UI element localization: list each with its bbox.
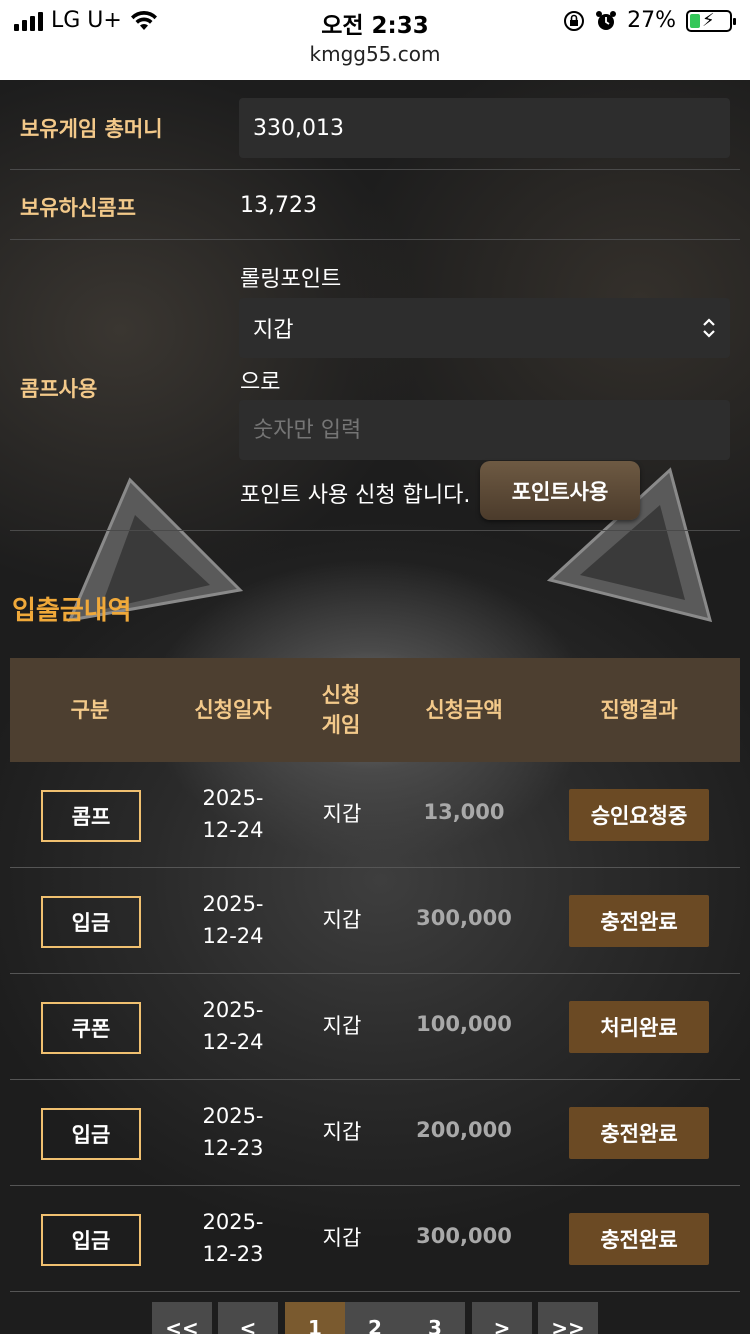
wallet-select-value: 지갑	[253, 318, 294, 343]
battery-icon: ⚡	[686, 9, 736, 32]
page-button-1[interactable]: 1	[285, 1302, 345, 1334]
table-row: 콤프 2025- 12-24 지갑 13,000 승인요청중	[10, 762, 740, 868]
status-bar: LG U+ 오전 2:33 kmgg55.com 27% ⚡	[0, 0, 750, 80]
total-money-field: 330,013	[239, 98, 730, 158]
page-button-2[interactable]: 2	[345, 1302, 405, 1334]
divider	[10, 239, 740, 240]
prev-page-button[interactable]: <	[218, 1302, 278, 1334]
table-row: 입금 2025- 12-24 지갑 300,000 충전완료	[10, 868, 740, 974]
column-header-date: 신청일자	[194, 698, 272, 722]
status-right: 27% ⚡	[563, 8, 736, 33]
to-label: 으로	[240, 370, 281, 395]
status-button[interactable]: 충전완료	[569, 1213, 709, 1265]
type-badge: 입금	[41, 1108, 141, 1160]
request-date: 2025- 12-23	[202, 1104, 264, 1160]
table-header: 구분 신청일자 신청 게임 신청금액 진행결과	[10, 658, 740, 762]
request-game: 지갑	[322, 802, 362, 826]
request-date: 2025- 12-24	[202, 892, 264, 948]
total-money-label: 보유게임 총머니	[20, 117, 163, 141]
request-amount: 100,000	[416, 1012, 512, 1036]
last-page-button[interactable]: >>	[538, 1302, 598, 1334]
request-amount: 200,000	[416, 1118, 512, 1142]
next-page-button[interactable]: >	[472, 1302, 532, 1334]
table-row: 입금 2025- 12-23 지갑 300,000 충전완료	[10, 1186, 740, 1292]
request-amount: 300,000	[416, 1224, 512, 1248]
request-game: 지갑	[322, 908, 362, 932]
type-badge: 쿠폰	[41, 1002, 141, 1054]
divider	[10, 1291, 740, 1292]
status-button[interactable]: 승인요청중	[569, 789, 709, 841]
select-arrows-icon	[703, 318, 715, 338]
type-badge: 입금	[41, 1214, 141, 1266]
status-button[interactable]: 처리완료	[569, 1001, 709, 1053]
first-page-button[interactable]: <<	[152, 1302, 212, 1334]
comp-use-label: 콤프사용	[20, 377, 98, 401]
request-amount: 300,000	[416, 906, 512, 930]
request-date: 2025- 12-24	[202, 998, 264, 1054]
type-badge: 콤프	[41, 790, 141, 842]
rolling-point-label: 롤링포인트	[240, 267, 342, 292]
alarm-icon	[596, 10, 617, 30]
column-header-type: 구분	[70, 698, 110, 722]
column-header-status: 진행결과	[600, 698, 678, 722]
comp-value: 13,723	[240, 193, 317, 218]
use-point-button[interactable]: 포인트사용	[480, 461, 640, 520]
wallet-select[interactable]: 지갑	[239, 298, 730, 358]
request-text: 포인트 사용 신청 합니다.	[240, 483, 471, 508]
request-amount: 13,000	[423, 800, 505, 824]
table-row: 입금 2025- 12-23 지갑 200,000 충전완료	[10, 1080, 740, 1186]
history-title: 입출금내역	[12, 596, 132, 626]
column-header-game: 신청 게임	[321, 683, 361, 737]
request-game: 지갑	[322, 1226, 362, 1250]
status-button[interactable]: 충전완료	[569, 1107, 709, 1159]
url-bar[interactable]: kmgg55.com	[0, 42, 750, 66]
status-button[interactable]: 충전완료	[569, 895, 709, 947]
rotation-lock-icon	[564, 10, 585, 31]
column-header-amount: 신청금액	[425, 698, 503, 722]
page-button-3[interactable]: 3	[405, 1302, 465, 1334]
point-amount-input[interactable]	[239, 400, 730, 460]
comp-label: 보유하신콤프	[20, 196, 136, 220]
request-game: 지갑	[322, 1120, 362, 1144]
divider	[10, 169, 740, 170]
table-row: 쿠폰 2025- 12-24 지갑 100,000 처리완료	[10, 974, 740, 1080]
request-date: 2025- 12-23	[202, 1210, 264, 1266]
divider	[10, 530, 740, 531]
battery-percent: 27%	[627, 8, 676, 33]
request-game: 지갑	[322, 1014, 362, 1038]
request-date: 2025- 12-24	[202, 786, 264, 842]
type-badge: 입금	[41, 896, 141, 948]
